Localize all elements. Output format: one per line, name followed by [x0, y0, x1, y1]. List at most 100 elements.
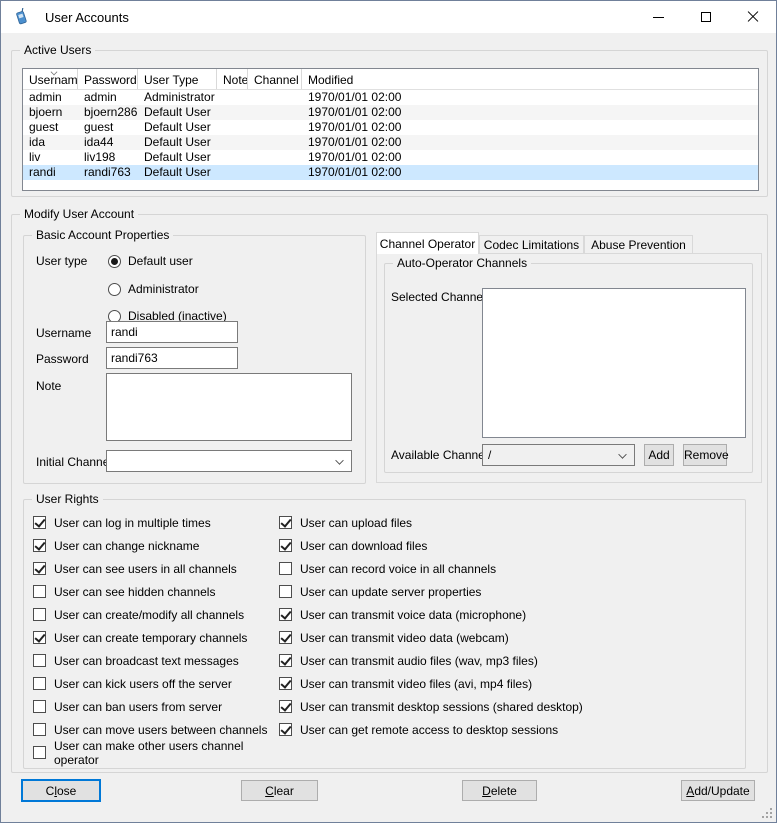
user-right-checkbox[interactable]: User can create/modify all channels — [33, 603, 271, 626]
column-header-password[interactable]: Password — [78, 69, 138, 89]
user-right-checkbox[interactable]: User can transmit video data (webcam) — [279, 626, 629, 649]
initial-channel-select[interactable] — [106, 450, 352, 472]
radio-administrator[interactable]: Administrator — [108, 281, 199, 297]
user-right-checkbox[interactable]: User can change nickname — [33, 534, 271, 557]
user-rights-group-label: User Rights — [32, 492, 103, 507]
user-rights-left-column: User can log in multiple times User can … — [33, 511, 271, 764]
tab-abuse-prevention[interactable]: Abuse Prevention — [584, 235, 693, 254]
user-right-checkbox[interactable]: User can broadcast text messages — [33, 649, 271, 672]
resize-grip[interactable] — [760, 806, 772, 818]
password-field[interactable] — [106, 347, 238, 369]
checkbox-icon — [33, 631, 46, 644]
table-row[interactable]: idaida44Default User1970/01/01 02:00 — [23, 135, 758, 150]
checkbox-icon — [33, 700, 46, 713]
checkbox-icon — [33, 539, 46, 552]
user-right-checkbox[interactable]: User can make other users channel operat… — [33, 741, 271, 764]
window-close-button[interactable] — [729, 1, 776, 33]
available-channels-label: Available Channels — [391, 448, 494, 462]
radio-default-user[interactable]: Default user — [108, 253, 193, 269]
initial-channel-label: Initial Channel — [36, 455, 112, 469]
checkbox-icon — [279, 562, 292, 575]
username-field[interactable] — [106, 321, 238, 343]
username-label: Username — [36, 326, 91, 340]
user-right-checkbox[interactable]: User can transmit voice data (microphone… — [279, 603, 629, 626]
checkbox-icon — [279, 608, 292, 621]
user-right-checkbox[interactable]: User can get remote access to desktop se… — [279, 718, 629, 741]
table-row-selected[interactable]: randirandi763Default User1970/01/01 02:0… — [23, 165, 758, 180]
close-button[interactable]: Close — [21, 779, 101, 802]
users-table-body: adminadminAdministrator1970/01/01 02:00 … — [23, 90, 758, 180]
checkbox-icon — [279, 585, 292, 598]
checkbox-icon — [279, 723, 292, 736]
basic-account-properties-group-label: Basic Account Properties — [32, 228, 173, 243]
selected-channels-label: Selected Channels — [391, 290, 492, 304]
table-row[interactable]: livliv198Default User1970/01/01 02:00 — [23, 150, 758, 165]
chevron-down-icon — [336, 457, 343, 464]
user-right-checkbox[interactable]: User can update server properties — [279, 580, 629, 603]
user-right-checkbox[interactable]: User can see hidden channels — [33, 580, 271, 603]
checkbox-icon — [33, 562, 46, 575]
checkbox-icon — [279, 677, 292, 690]
radio-label: Default user — [128, 254, 193, 268]
column-header-username[interactable]: Username — [23, 69, 78, 89]
close-icon — [747, 11, 759, 23]
user-right-checkbox[interactable]: User can transmit audio files (wav, mp3 … — [279, 649, 629, 672]
maximize-icon — [701, 12, 711, 22]
modify-user-account-group-label: Modify User Account — [20, 207, 138, 222]
tab-channel-operator[interactable]: Channel Operator — [376, 232, 479, 254]
column-header-note[interactable]: Note — [217, 69, 248, 89]
users-table[interactable]: Username Password User Type Note Channel… — [22, 68, 759, 191]
sort-indicator-icon — [51, 69, 57, 75]
user-rights-right-column: User can upload files User can download … — [279, 511, 629, 741]
window-title: User Accounts — [45, 10, 129, 25]
minimize-button[interactable] — [635, 1, 682, 33]
user-right-checkbox[interactable]: User can kick users off the server — [33, 672, 271, 695]
note-label: Note — [36, 379, 61, 393]
users-table-header: Username Password User Type Note Channel… — [23, 69, 758, 90]
password-label: Password — [36, 352, 89, 366]
add-update-button[interactable]: Add/Update — [681, 780, 755, 801]
user-right-checkbox[interactable]: User can download files — [279, 534, 629, 557]
table-row[interactable]: guestguestDefault User1970/01/01 02:00 — [23, 120, 758, 135]
checkbox-icon — [33, 654, 46, 667]
user-right-checkbox[interactable]: User can upload files — [279, 511, 629, 534]
column-header-modified[interactable]: Modified — [302, 69, 758, 89]
titlebar: User Accounts — [1, 1, 776, 33]
available-channels-select[interactable]: / — [482, 444, 635, 466]
checkbox-icon — [279, 631, 292, 644]
checkbox-icon — [33, 585, 46, 598]
tab-codec-limitations[interactable]: Codec Limitations — [479, 235, 584, 254]
user-type-label: User type — [36, 254, 87, 268]
clear-button[interactable]: Clear — [241, 780, 318, 801]
user-right-checkbox[interactable]: User can transmit video files (avi, mp4 … — [279, 672, 629, 695]
add-button[interactable]: Add — [644, 444, 674, 466]
column-header-channel[interactable]: Channel — [248, 69, 302, 89]
checkbox-icon — [279, 539, 292, 552]
auto-operator-channels-group-label: Auto-Operator Channels — [393, 256, 531, 271]
remove-button[interactable]: Remove — [683, 444, 727, 466]
user-right-checkbox[interactable]: User can create temporary channels — [33, 626, 271, 649]
checkbox-icon — [33, 516, 46, 529]
checkbox-icon — [33, 677, 46, 690]
checkbox-icon — [33, 608, 46, 621]
user-accounts-window: User Accounts Active Users Username Pass… — [0, 0, 777, 823]
radio-label: Administrator — [128, 282, 199, 296]
note-field[interactable] — [106, 373, 352, 441]
column-header-user-type[interactable]: User Type — [138, 69, 217, 89]
maximize-button[interactable] — [682, 1, 729, 33]
available-channels-value: / — [488, 448, 491, 462]
app-icon — [12, 8, 30, 26]
table-row[interactable]: adminadminAdministrator1970/01/01 02:00 — [23, 90, 758, 105]
user-right-checkbox[interactable]: User can record voice in all channels — [279, 557, 629, 580]
user-right-checkbox[interactable]: User can see users in all channels — [33, 557, 271, 580]
user-right-checkbox[interactable]: User can log in multiple times — [33, 511, 271, 534]
radio-icon — [108, 255, 121, 268]
checkbox-icon — [279, 654, 292, 667]
user-right-checkbox[interactable]: User can transmit desktop sessions (shar… — [279, 695, 629, 718]
table-row[interactable]: bjoernbjoern286Default User1970/01/01 02… — [23, 105, 758, 120]
minimize-icon — [653, 17, 664, 18]
delete-button[interactable]: Delete — [462, 780, 537, 801]
user-right-checkbox[interactable]: User can ban users from server — [33, 695, 271, 718]
selected-channels-list[interactable] — [482, 288, 746, 438]
radio-icon — [108, 283, 121, 296]
